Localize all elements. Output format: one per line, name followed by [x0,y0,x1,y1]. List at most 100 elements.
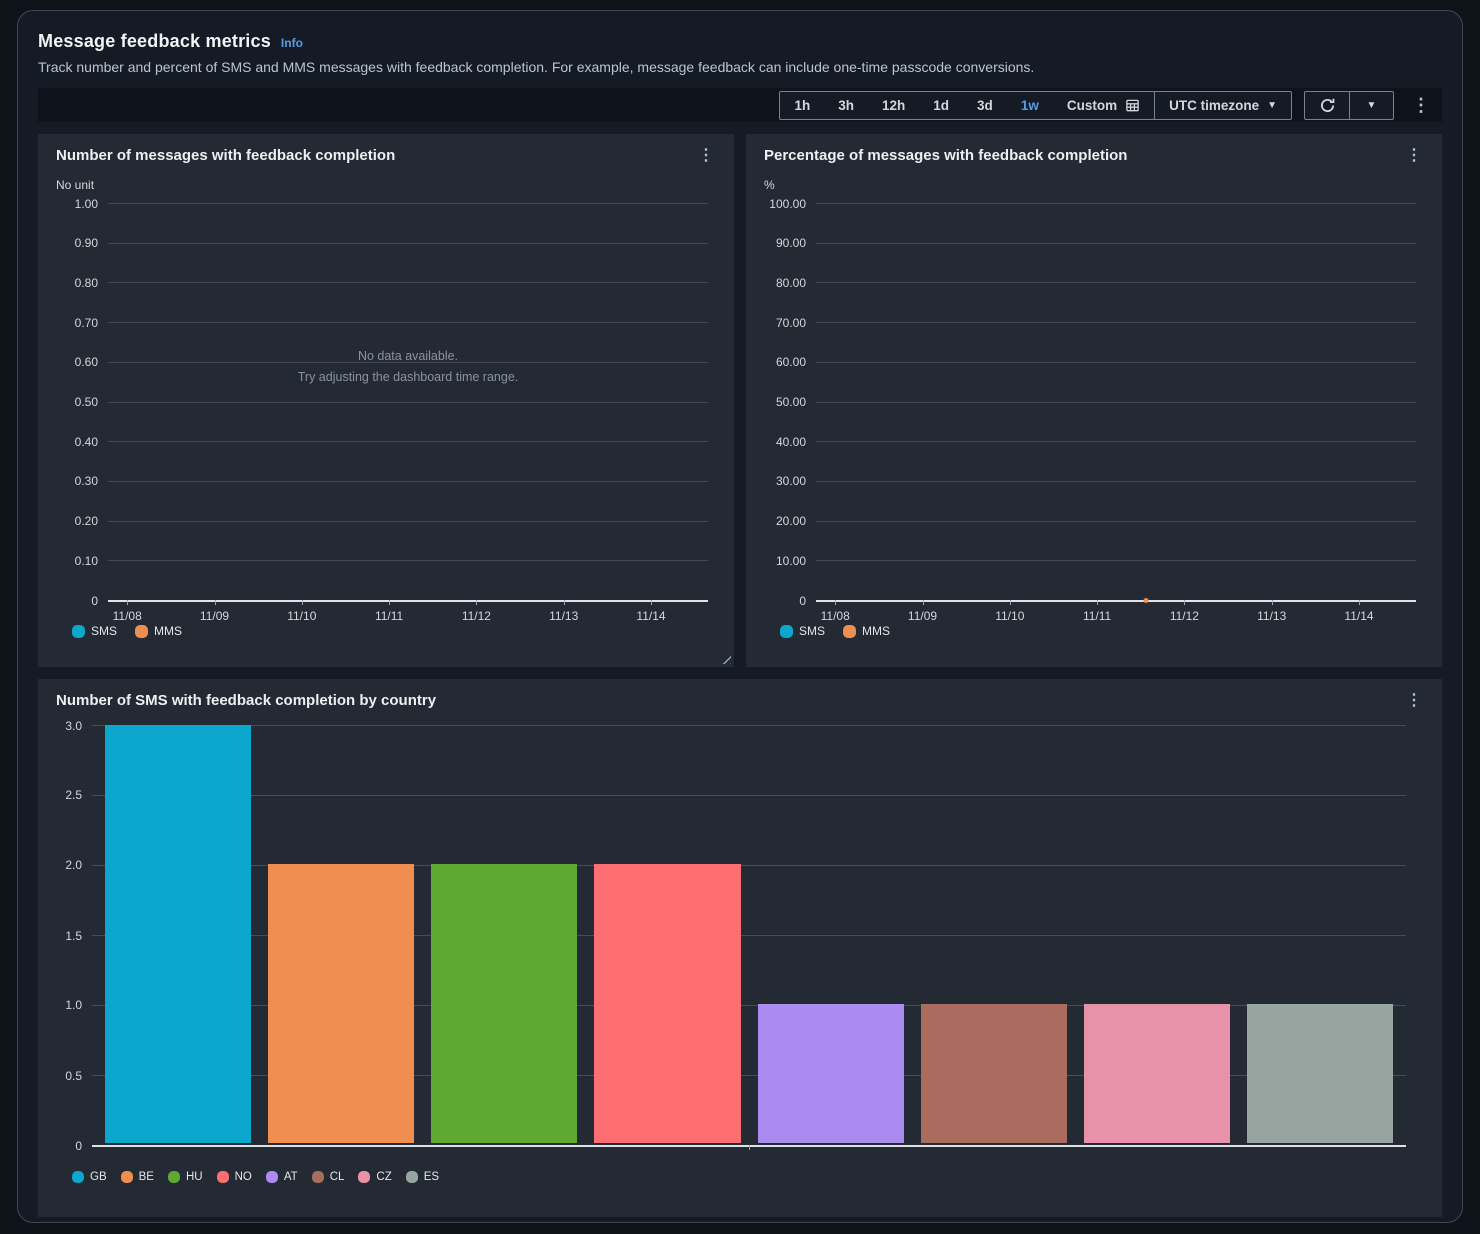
legend-label: SMS [91,624,117,638]
gridline: 0.80 [108,282,708,283]
legend-swatch [843,625,856,638]
gridline: 1.00 [108,203,708,204]
x-axis-tick [923,600,924,605]
bar-no[interactable] [594,864,740,1143]
legend-label: HU [186,1171,203,1183]
bar-es[interactable] [1247,1004,1393,1143]
x-axis-tick [215,600,216,605]
calendar-grid-icon [1125,98,1140,113]
time-range-1h[interactable]: 1h [780,92,824,119]
custom-range-label: Custom [1067,98,1117,113]
panel-title: Number of messages with feedback complet… [56,147,395,164]
empty-state-line1: No data available. [108,346,708,367]
y-axis-label: 10.00 [776,554,806,568]
panel-title: Number of SMS with feedback completion b… [56,692,436,709]
y-axis-label: 0 [799,594,806,608]
x-axis-label: 11/09 [200,609,229,623]
bar-cz[interactable] [1084,1004,1230,1143]
legend-item-cz[interactable]: CZ [358,1171,391,1183]
legend-item-hu[interactable]: HU [168,1171,203,1183]
legend-swatch [217,1171,229,1183]
line-chart-percentage: % 100.0090.0080.0070.0060.0050.0040.0030… [746,164,1442,600]
legend-item-cl[interactable]: CL [312,1171,345,1183]
y-axis-label: 1.5 [65,929,82,943]
legend-item-es[interactable]: ES [406,1171,439,1183]
info-link[interactable]: Info [281,36,303,50]
legend-label: GB [90,1171,107,1183]
bars-container [92,725,1406,1143]
bar-cl[interactable] [921,1004,1067,1143]
time-range-1w[interactable]: 1w [1007,92,1053,119]
page-title: Message feedback metrics [38,31,271,52]
x-axis-tick [651,600,652,605]
y-axis-label: 2.0 [65,858,82,872]
legend-swatch [358,1171,370,1183]
legend-swatch [168,1171,180,1183]
bar-chart-by-country: 3.02.52.01.51.00.50 [38,709,1442,1145]
custom-range-button[interactable]: Custom [1053,92,1154,119]
y-axis-label: 0.50 [75,395,98,409]
time-range-button-group: 1h3h12h1d3d1w Custom [779,91,1155,120]
timezone-select[interactable]: UTC timezone ▼ [1155,92,1291,119]
panel-kebab-menu-icon[interactable]: ⋮ [696,148,716,164]
y-axis-label: 0.90 [75,236,98,250]
panel-number-of-messages: Number of messages with feedback complet… [38,134,734,667]
legend-item-sms[interactable]: SMS [72,624,117,638]
gridline: 0.20 [108,521,708,522]
caret-down-icon: ▼ [1367,100,1377,111]
legend-item-no[interactable]: NO [217,1171,252,1183]
gridline: 20.00 [816,521,1416,522]
bar-at[interactable] [758,1004,904,1143]
time-range-toolbar: 1h3h12h1d3d1w Custom UTC timezone ▼ [38,88,1442,122]
gridline: 90.00 [816,243,1416,244]
time-range-3h[interactable]: 3h [824,92,868,119]
bar-gb[interactable] [105,725,251,1143]
legend-item-mms[interactable]: MMS [135,624,182,638]
y-axis-label: 0 [75,1139,82,1153]
bar-be[interactable] [268,864,414,1143]
panel-kebab-menu-icon[interactable]: ⋮ [1404,148,1424,164]
legend-item-sms[interactable]: SMS [780,624,825,638]
x-axis-label: 11/14 [636,609,665,623]
refresh-options-button[interactable]: ▼ [1349,92,1393,119]
top-charts-row: Number of messages with feedback complet… [38,134,1442,667]
y-axis-label: 80.00 [776,276,806,290]
y-axis-label: 0.70 [75,316,98,330]
plot-area: 1.000.900.800.700.600.500.400.300.200.10… [108,203,708,600]
gridline: 100.00 [816,203,1416,204]
x-axis-tick [1184,600,1185,605]
legend-label: SMS [799,624,825,638]
header: Message feedback metrics Info [38,31,1442,52]
x-axis-label: 11/11 [1083,609,1111,623]
x-axis-label: 11/13 [1257,609,1286,623]
x-axis-label: 11/08 [113,609,142,623]
gridline: 0.10 [108,560,708,561]
x-axis-line: 0 [108,600,708,602]
time-range-12h[interactable]: 12h [868,92,919,119]
legend-label: MMS [154,624,182,638]
panel-kebab-menu-icon[interactable]: ⋮ [1404,693,1424,709]
chart-legend: GB BE HU NO AT CL CZ ES [38,1145,1442,1183]
y-axis-label: 30.00 [776,474,806,488]
legend-item-be[interactable]: BE [121,1171,154,1183]
panel-resize-handle[interactable] [719,652,731,664]
toolbar-kebab-menu-icon[interactable]: ⋮ [1406,96,1436,114]
refresh-button[interactable] [1305,92,1349,119]
y-axis-label: 3.0 [65,719,82,733]
bar-hu[interactable] [431,864,577,1143]
x-axis-label: 11/09 [908,609,937,623]
x-axis-tick [835,600,836,605]
legend-swatch [72,1171,84,1183]
y-axis-label: 0.10 [75,554,98,568]
legend-label: BE [139,1171,154,1183]
legend-item-at[interactable]: AT [266,1171,298,1183]
x-axis-tick [476,600,477,605]
data-point-mms [1144,598,1149,603]
time-range-3d[interactable]: 3d [963,92,1007,119]
legend-swatch [121,1171,133,1183]
x-axis-tick [302,600,303,605]
legend-item-gb[interactable]: GB [72,1171,107,1183]
legend-item-mms[interactable]: MMS [843,624,890,638]
time-range-1d[interactable]: 1d [919,92,963,119]
panel-percentage-of-messages: Percentage of messages with feedback com… [746,134,1442,667]
